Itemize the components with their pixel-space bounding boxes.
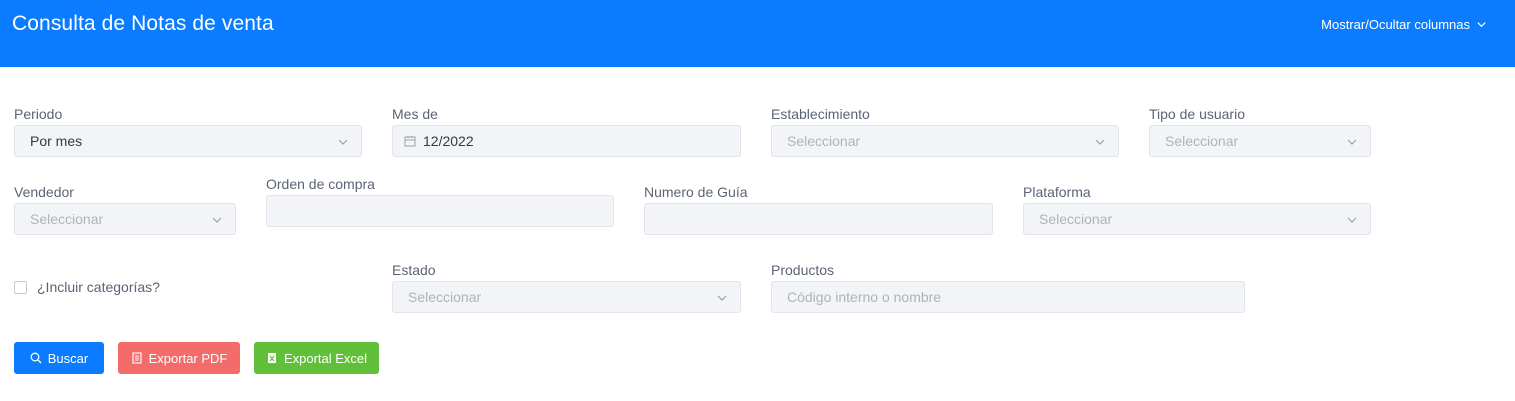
chevron-down-icon (338, 139, 348, 145)
orden-compra-input[interactable] (266, 195, 614, 227)
periodo-select[interactable]: Por mes (14, 125, 362, 157)
productos-placeholder: Código interno o nombre (787, 289, 942, 305)
vendedor-select[interactable]: Seleccionar (14, 203, 236, 235)
export-pdf-label: Exportar PDF (148, 350, 228, 366)
periodo-value: Por mes (30, 133, 83, 149)
export-pdf-button[interactable]: Exportar PDF (118, 342, 240, 374)
mes-date-picker[interactable]: 12/2022 (392, 125, 741, 157)
incluir-categorias-label: ¿Incluir categorías? (37, 279, 160, 295)
export-excel-label: Exportal Excel (283, 350, 368, 366)
estado-label: Estado (392, 262, 436, 278)
chevron-down-icon (1347, 217, 1357, 223)
productos-label: Productos (771, 262, 835, 278)
plataforma-label: Plataforma (1023, 184, 1091, 200)
calendar-icon (404, 136, 416, 147)
chevron-down-icon (1095, 139, 1105, 145)
columns-toggle-dropdown[interactable]: Mostrar/Ocultar columnas (1321, 17, 1487, 32)
plataforma-placeholder: Seleccionar (1039, 211, 1113, 227)
tipo-usuario-placeholder: Seleccionar (1165, 133, 1239, 149)
estado-placeholder: Seleccionar (408, 289, 482, 305)
excel-file-icon (267, 353, 276, 363)
incluir-categorias-checkbox[interactable] (14, 280, 27, 294)
page-title: Consulta de Notas de venta (12, 12, 274, 35)
productos-search-input[interactable]: Código interno o nombre (771, 281, 1245, 313)
document-icon (132, 352, 142, 364)
tipo-usuario-select[interactable]: Seleccionar (1149, 125, 1371, 157)
search-button-label: Buscar (47, 350, 89, 366)
search-icon (30, 352, 42, 364)
incluir-categorias-toggle[interactable]: ¿Incluir categorías? (14, 279, 160, 295)
estado-select[interactable]: Seleccionar (392, 281, 741, 313)
establecimiento-label: Establecimiento (771, 106, 870, 122)
numero-guia-input[interactable] (644, 203, 993, 235)
orden-compra-label: Orden de compra (266, 176, 375, 192)
search-button[interactable]: Buscar (14, 342, 104, 374)
mes-value: 12/2022 (423, 133, 474, 149)
chevron-down-icon (1347, 139, 1357, 145)
periodo-label: Periodo (14, 106, 63, 122)
chevron-down-icon (717, 295, 727, 301)
tipo-usuario-label: Tipo de usuario (1149, 106, 1245, 122)
establecimiento-placeholder: Seleccionar (787, 133, 861, 149)
chevron-down-icon (212, 217, 222, 223)
numero-guia-label: Numero de Guía (644, 184, 748, 200)
mes-label: Mes de (392, 106, 438, 122)
establecimiento-select[interactable]: Seleccionar (771, 125, 1119, 157)
columns-toggle-label: Mostrar/Ocultar columnas (1321, 17, 1470, 32)
chevron-down-icon (1477, 22, 1486, 28)
plataforma-select[interactable]: Seleccionar (1023, 203, 1371, 235)
vendedor-label: Vendedor (14, 184, 74, 200)
export-excel-button[interactable]: Exportal Excel (254, 342, 379, 374)
vendedor-placeholder: Seleccionar (30, 211, 104, 227)
page-header: Consulta de Notas de venta Mostrar/Ocult… (0, 0, 1515, 67)
